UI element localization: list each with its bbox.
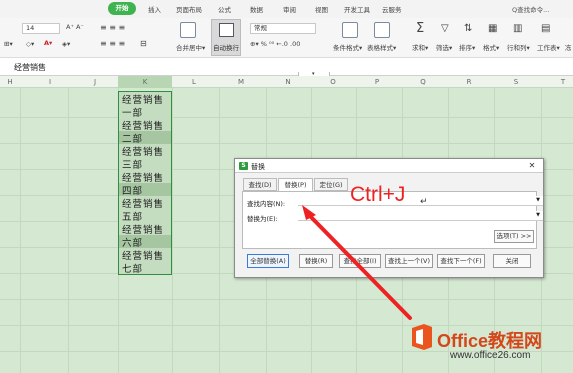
arrow-shaft (307, 213, 412, 320)
annotation-arrow (302, 205, 412, 320)
watermark-url: www.office26.com (450, 350, 531, 361)
office-logo-icon (412, 324, 432, 350)
